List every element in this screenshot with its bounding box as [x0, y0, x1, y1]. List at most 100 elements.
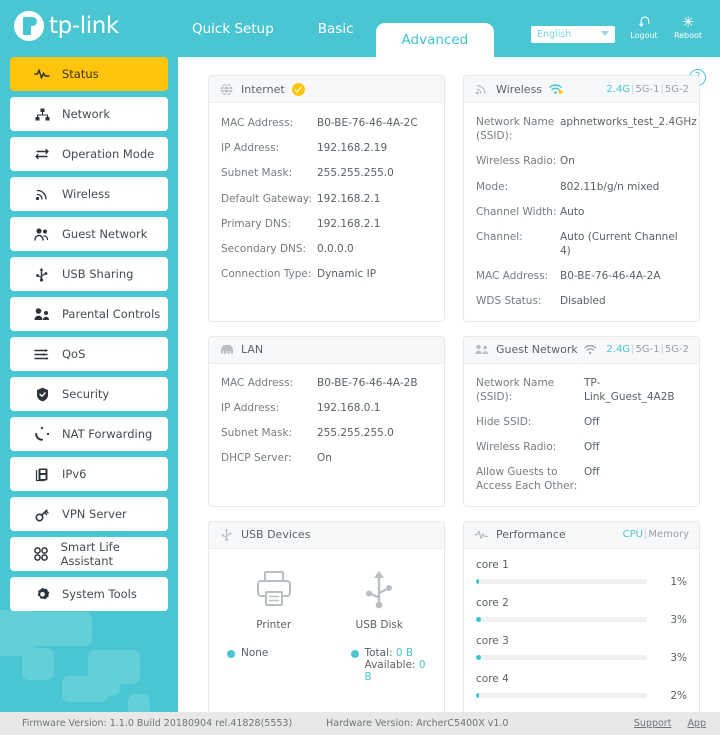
sidebar-item-label: Wireless — [62, 187, 110, 201]
performance-card-title: Performance — [496, 528, 566, 541]
info-row: Network Name (SSID): aphnetworks_test_2.… — [476, 115, 687, 143]
performance-card-header: Performance CPU|Memory — [464, 522, 699, 549]
vpn-icon — [32, 507, 52, 522]
row-value: 192.168.0.1 — [317, 401, 432, 415]
core-usage-bar — [476, 655, 647, 660]
sidebar-item-label: NAT Forwarding — [62, 427, 152, 441]
band-5g-2[interactable]: 5G-2 — [665, 344, 689, 355]
lan-card-title: LAN — [241, 343, 263, 356]
info-row: MAC Address: B0-BE-76-46-4A-2C — [221, 116, 432, 130]
core-percent: 3% — [647, 614, 687, 626]
row-key: MAC Address: — [476, 269, 560, 283]
core-percent: 3% — [647, 652, 687, 664]
internet-card-title: Internet — [241, 83, 285, 96]
tab-basic[interactable]: Basic — [296, 0, 376, 57]
nat-forwarding-icon — [32, 427, 52, 441]
main-content: ? Internet MAC Address: B0-BE-76-46-4A-2… — [178, 57, 720, 712]
usb-devices-card: USB Devices Printer — [208, 521, 445, 712]
tp-link-logo-text: tp-link — [49, 13, 119, 39]
row-value: Off — [584, 415, 687, 429]
core-usage-fill — [476, 655, 481, 660]
pulse-icon — [32, 68, 52, 80]
language-select[interactable]: English — [531, 26, 615, 43]
globe-icon — [219, 83, 234, 96]
core-label: core 1 — [476, 559, 687, 571]
sidebar-item-label: Security — [62, 387, 109, 401]
info-row: IP Address: 192.168.2.19 — [221, 141, 432, 155]
core-usage-fill — [476, 693, 479, 698]
app-footer: Firmware Version: 1.1.0 Build 20180904 r… — [0, 712, 720, 735]
sidebar-item-smart-life-assistant[interactable]: Smart Life Assistant — [10, 537, 168, 571]
logout-label: Logout — [630, 31, 657, 40]
support-link[interactable]: Support — [634, 718, 672, 729]
info-row: Primary DNS: 192.168.2.1 — [221, 217, 432, 231]
sidebar-item-security[interactable]: Security — [10, 377, 168, 411]
tp-link-logo: tp-link — [14, 11, 119, 41]
wireless-card-body: Network Name (SSID): aphnetworks_test_2.… — [464, 103, 699, 321]
sidebar-item-nat-forwarding[interactable]: NAT Forwarding — [10, 417, 168, 451]
row-value: 255.255.255.0 — [317, 166, 432, 180]
row-key: Hide SSID: — [476, 415, 584, 429]
performance-mode-switch[interactable]: CPU|Memory — [623, 529, 689, 540]
sidebar-item-guest-network[interactable]: Guest Network — [10, 217, 168, 251]
wireless-band-switch[interactable]: 2.4G|5G-1|5G-2 — [606, 84, 689, 95]
row-key: MAC Address: — [221, 116, 317, 130]
reboot-icon: ✳ — [670, 14, 706, 31]
sidebar-item-system-tools[interactable]: System Tools — [10, 577, 168, 611]
mode-memory[interactable]: Memory — [648, 529, 689, 540]
sidebar-item-label: VPN Server — [62, 507, 127, 521]
performance-card: Performance CPU|Memory core 1 1% cor — [463, 521, 700, 712]
info-row: MAC Address: B0-BE-76-46-4A-2A — [476, 269, 687, 283]
reboot-button[interactable]: ✳ Reboot — [670, 14, 706, 40]
guest-network-icon — [474, 344, 489, 355]
sidebar-item-operation-mode[interactable]: Operation Mode — [10, 137, 168, 171]
usb-icon — [32, 267, 52, 282]
info-row: Channel: Auto (Current Channel 4) — [476, 230, 687, 258]
sidebar-item-ipv6[interactable]: IPv6 — [10, 457, 168, 491]
row-key: Default Gateway: — [221, 192, 317, 206]
usb-disk-column: USB Disk — [327, 563, 433, 631]
band-5g-1[interactable]: 5G-1 — [635, 84, 659, 95]
sidebar-item-usb-sharing[interactable]: USB Sharing — [10, 257, 168, 291]
core-usage-fill — [476, 579, 479, 584]
band-2-4g[interactable]: 2.4G — [606, 84, 630, 95]
tab-advanced[interactable]: Advanced — [376, 23, 495, 57]
sidebar-item-status[interactable]: Status — [10, 57, 168, 91]
sidebar-item-vpn-server[interactable]: VPN Server — [10, 497, 168, 531]
status-cards-grid: Internet MAC Address: B0-BE-76-46-4A-2C … — [208, 75, 700, 712]
printer-label: Printer — [221, 619, 327, 631]
band-5g-2[interactable]: 5G-2 — [665, 84, 689, 95]
row-value: Auto (Current Channel 4) — [560, 230, 687, 258]
sidebar-item-wireless[interactable]: Wireless — [10, 177, 168, 211]
row-key: WDS Status: — [476, 294, 560, 308]
guest-network-card: Guest Network 2.4G|5G-1|5G-2 Network Nam… — [463, 336, 700, 507]
wireless-card: Wireless 2.4G|5G-1|5G-2 Network Name (SS… — [463, 75, 700, 322]
row-value: aphnetworks_test_2.4GHz — [560, 115, 697, 143]
sidebar-item-network[interactable]: Network — [10, 97, 168, 131]
usb-devices-card-header: USB Devices — [209, 522, 444, 549]
core-label: core 3 — [476, 635, 687, 647]
row-value: B0-BE-76-46-4A-2A — [560, 269, 687, 283]
row-value: On — [317, 451, 432, 465]
sidebar-item-qos[interactable]: QoS — [10, 337, 168, 371]
smart-life-icon — [32, 547, 51, 561]
app-link[interactable]: App — [687, 718, 706, 729]
mode-cpu[interactable]: CPU — [623, 529, 643, 540]
lan-card-header: LAN — [209, 337, 444, 364]
band-5g-1[interactable]: 5G-1 — [635, 344, 659, 355]
band-2-4g[interactable]: 2.4G — [606, 344, 630, 355]
sidebar-item-parental-controls[interactable]: Parental Controls — [10, 297, 168, 331]
usb-devices-columns: Printer USB Disk — [217, 553, 436, 637]
guest-band-switch[interactable]: 2.4G|5G-1|5G-2 — [606, 344, 689, 355]
tab-quick-setup[interactable]: Quick Setup — [170, 0, 296, 57]
sidebar-item-label: Network — [62, 107, 110, 121]
row-key: Primary DNS: — [221, 217, 317, 231]
reboot-label: Reboot — [674, 31, 702, 40]
row-key: Wireless Radio: — [476, 440, 584, 454]
logout-button[interactable]: ⮏ Logout — [626, 14, 662, 40]
parental-controls-icon — [32, 307, 52, 321]
row-key: Subnet Mask: — [221, 166, 317, 180]
wireless-icon — [32, 187, 52, 201]
info-row: Wireless Radio: Off — [476, 440, 687, 454]
guest-network-card-body: Network Name (SSID): TP-Link_Guest_4A2B … — [464, 364, 699, 506]
